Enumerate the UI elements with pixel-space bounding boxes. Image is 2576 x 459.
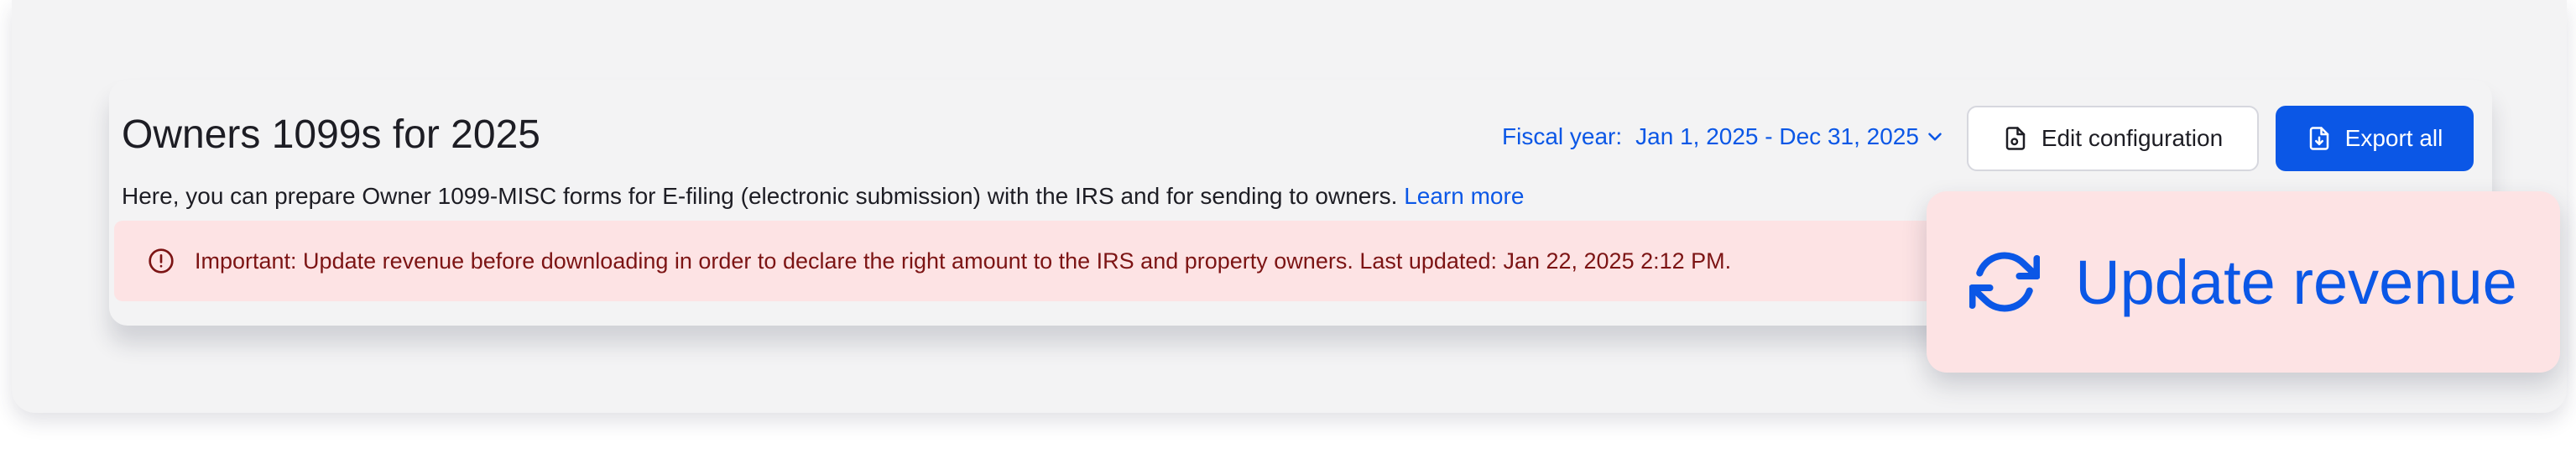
update-revenue-button[interactable]: Update revenue <box>1927 191 2560 373</box>
fiscal-year-label: Fiscal year: <box>1502 123 1623 149</box>
export-all-label: Export all <box>2344 125 2443 151</box>
alert-circle-icon <box>149 248 174 274</box>
refresh-icon <box>1969 252 2041 312</box>
page-background: Owners 1099s for 2025 Fiscal year: Jan 1… <box>12 0 2567 413</box>
chevron-down-icon[interactable] <box>1924 126 1946 148</box>
description-text: Here, you can prepare Owner 1099-MISC fo… <box>122 183 1398 209</box>
fiscal-year-value[interactable]: Jan 1, 2025 - Dec 31, 2025 <box>1635 123 1919 150</box>
alert-message: Important: Update revenue before downloa… <box>195 248 1732 274</box>
export-all-button[interactable]: Export all <box>2276 106 2474 171</box>
edit-configuration-button[interactable]: Edit configuration <box>1967 106 2259 171</box>
update-revenue-label: Update revenue <box>2075 247 2517 317</box>
update-revenue-alert: Important: Update revenue before downloa… <box>114 221 1943 301</box>
file-settings-icon <box>2005 127 2026 150</box>
fiscal-year-selector[interactable]: Fiscal year: Jan 1, 2025 - Dec 31, 2025 <box>1502 123 1946 150</box>
page-title: Owners 1099s for 2025 <box>122 112 540 157</box>
page-description: Here, you can prepare Owner 1099-MISC fo… <box>122 183 1524 210</box>
learn-more-link[interactable]: Learn more <box>1404 183 1524 209</box>
edit-configuration-label: Edit configuration <box>2041 125 2224 151</box>
file-download-icon <box>2309 127 2328 150</box>
